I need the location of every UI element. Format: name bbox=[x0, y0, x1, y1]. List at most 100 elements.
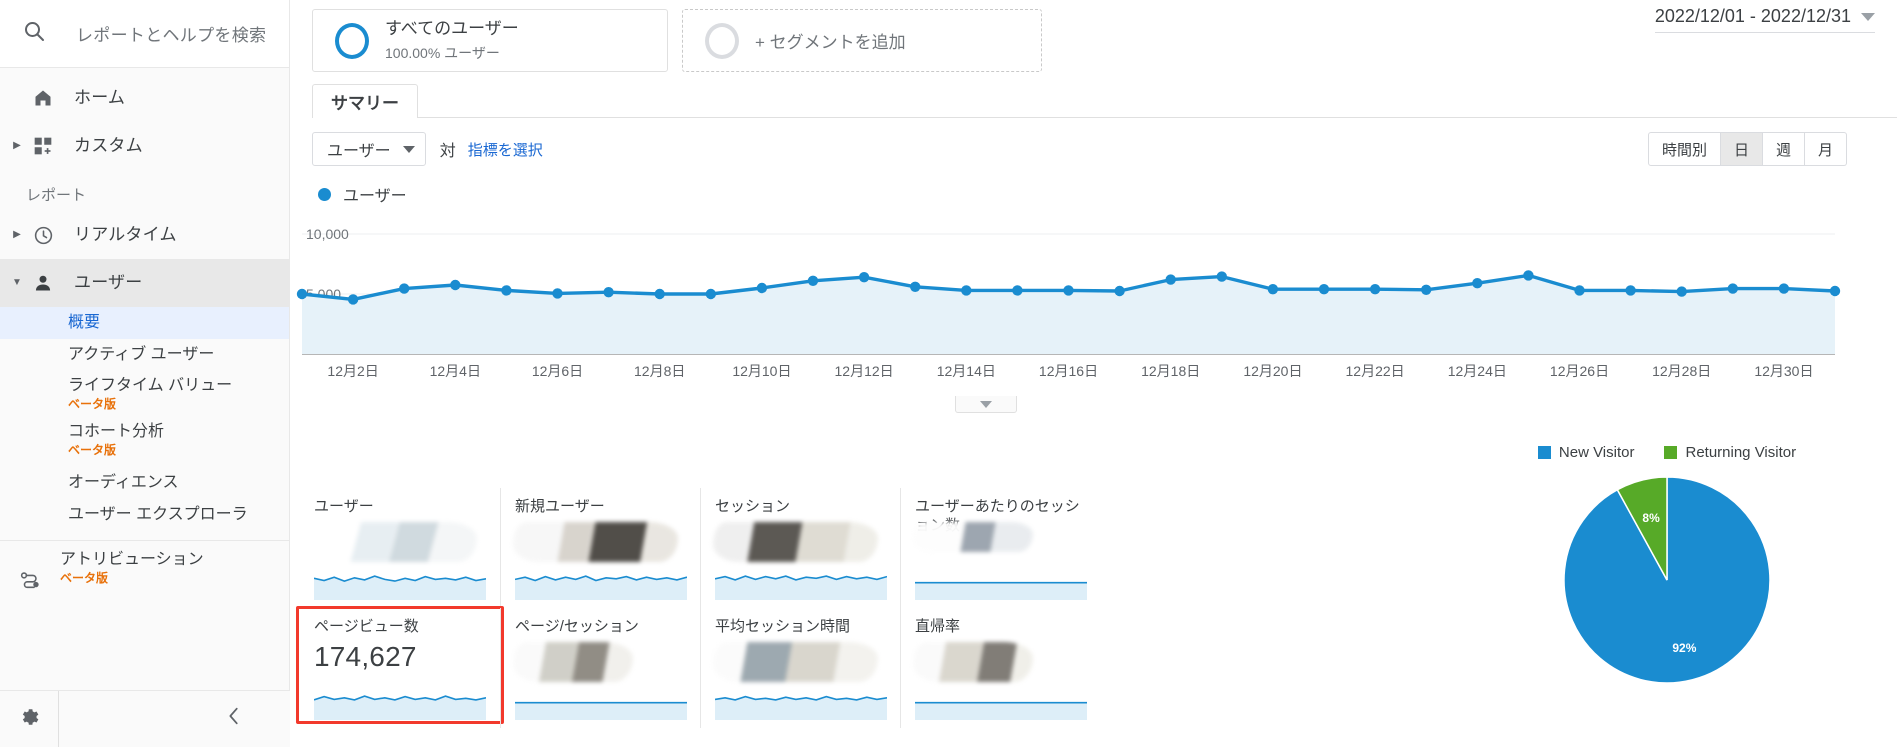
metric-card[interactable]: 新規ユーザー bbox=[500, 488, 700, 608]
tab-bar: サマリー bbox=[312, 84, 1897, 118]
redaction-overlay bbox=[513, 642, 633, 682]
data-point[interactable] bbox=[501, 285, 512, 296]
data-point[interactable] bbox=[1012, 285, 1023, 296]
data-point[interactable] bbox=[1216, 271, 1227, 282]
data-point[interactable] bbox=[1829, 285, 1841, 297]
sidebar-subitem-cohort-analysis[interactable]: コホート分析 ベータ版 bbox=[0, 416, 289, 462]
pie-legend-label: New Visitor bbox=[1558, 444, 1635, 461]
granularity-monthly[interactable]: 月 bbox=[1804, 132, 1847, 166]
x-axis-tick-label: 12月8日 bbox=[634, 363, 685, 379]
data-point[interactable] bbox=[1625, 285, 1636, 296]
date-range-picker[interactable]: 2022/12/01 - 2022/12/31 bbox=[1654, 6, 1875, 33]
metric-card-title: 平均セッション時間 bbox=[715, 618, 851, 635]
data-point[interactable] bbox=[450, 279, 461, 291]
x-axis-tick-label: 12月24日 bbox=[1448, 363, 1507, 379]
sidebar-item-users[interactable]: ▼ ユーザー bbox=[0, 259, 289, 307]
data-point[interactable] bbox=[603, 287, 614, 298]
sidebar-search[interactable]: レポートとヘルプを検索 bbox=[0, 0, 289, 68]
data-point[interactable] bbox=[399, 283, 410, 294]
granularity-hourly[interactable]: 時間別 bbox=[1647, 132, 1721, 166]
granularity-daily[interactable]: 日 bbox=[1720, 132, 1763, 166]
metric-card[interactable]: ページビュー数 174,627 bbox=[296, 606, 504, 728]
sidebar-section-label: レポート bbox=[26, 187, 87, 204]
metric-card[interactable]: セッション bbox=[700, 488, 900, 608]
settings-button[interactable] bbox=[0, 690, 59, 747]
redaction-overlay bbox=[713, 522, 878, 562]
metric-card[interactable]: ユーザーあたりのセッション数 bbox=[900, 488, 1100, 608]
metric-card[interactable]: ユーザー bbox=[300, 488, 500, 608]
collapse-sidebar-button[interactable] bbox=[59, 705, 290, 733]
chevron-down-icon[interactable]: ▼ bbox=[8, 278, 26, 288]
data-point[interactable] bbox=[756, 282, 768, 294]
metric-card[interactable]: 直帰率 bbox=[900, 608, 1100, 728]
pie-legend-item-new[interactable]: New Visitor bbox=[1537, 444, 1635, 461]
data-point[interactable] bbox=[1369, 284, 1381, 295]
new-vs-returning-pie: New Visitor Returning Visitor 92% 8% bbox=[1457, 444, 1877, 685]
x-axis-tick-label: 12月10日 bbox=[732, 363, 791, 379]
metric-card[interactable]: ページ/セッション bbox=[500, 608, 700, 728]
chevron-left-icon bbox=[226, 705, 242, 733]
data-point[interactable] bbox=[1574, 285, 1585, 296]
data-point[interactable] bbox=[1676, 286, 1687, 297]
data-point[interactable] bbox=[858, 272, 870, 283]
data-point[interactable] bbox=[961, 285, 972, 296]
data-point[interactable] bbox=[910, 281, 921, 292]
beta-badge: ベータ版 bbox=[68, 442, 117, 457]
sidebar: レポートとヘルプを検索 ホーム ▶ カスタム レポート ▶ リアルタイム ▼ ユ… bbox=[0, 0, 290, 747]
users-over-time-chart: 10,000 5,000 12月2日 12月4日 12月6日 12月8日 12月10日 12月… bbox=[290, 212, 1897, 413]
data-point[interactable] bbox=[1778, 283, 1790, 294]
data-point[interactable] bbox=[1063, 285, 1074, 296]
sidebar-subitem-lifetime-value[interactable]: ライフタイム バリュー ベータ版 bbox=[0, 370, 289, 416]
chart-collapse-button[interactable] bbox=[955, 396, 1017, 413]
granularity-toggle-group: 時間別 日 週 月 bbox=[1647, 132, 1847, 166]
data-point[interactable] bbox=[552, 288, 563, 299]
sidebar-item-custom[interactable]: ▶ カスタム bbox=[0, 122, 289, 170]
data-point[interactable] bbox=[705, 288, 716, 300]
data-point[interactable] bbox=[1421, 284, 1432, 295]
select-metric-link[interactable]: 指標を選択 bbox=[468, 139, 543, 160]
pie-legend-item-returning[interactable]: Returning Visitor bbox=[1664, 444, 1796, 461]
data-point[interactable] bbox=[654, 288, 665, 300]
x-axis-tick-label: 12月14日 bbox=[937, 363, 996, 379]
sidebar-item-realtime[interactable]: ▶ リアルタイム bbox=[0, 211, 289, 259]
pie-chart-svg: 92% 8% bbox=[1563, 476, 1771, 684]
sidebar-subitem-active-users[interactable]: アクティブ ユーザー bbox=[0, 339, 289, 371]
segment-all-users[interactable]: すべてのユーザー 100.00% ユーザー bbox=[312, 9, 668, 72]
data-point[interactable] bbox=[1267, 284, 1279, 295]
legend-label: ユーザー bbox=[343, 188, 407, 205]
sidebar-item-home[interactable]: ホーム bbox=[0, 74, 289, 122]
x-axis-tick-label: 12月30日 bbox=[1754, 363, 1813, 379]
data-point[interactable] bbox=[1165, 274, 1176, 285]
data-point[interactable] bbox=[807, 275, 819, 286]
data-point[interactable] bbox=[1114, 285, 1125, 297]
data-point[interactable] bbox=[1472, 278, 1483, 289]
sidebar-subitem-audience[interactable]: オーディエンス bbox=[0, 462, 289, 499]
add-segment-button[interactable]: + セグメントを追加 bbox=[682, 9, 1042, 72]
add-segment-label: + セグメントを追加 bbox=[755, 33, 906, 52]
line-chart-svg: 10,0005,00012月2日 12月4日 12月6日 12月8日 12月10日 12月… bbox=[296, 226, 1841, 379]
main-content: 2022/12/01 - 2022/12/31 すべてのユーザー 100.00%… bbox=[290, 0, 1897, 747]
data-point[interactable] bbox=[1727, 283, 1739, 294]
data-point[interactable] bbox=[347, 294, 359, 305]
search-input-placeholder[interactable]: レポートとヘルプを検索 bbox=[76, 21, 266, 46]
sidebar-subitem-user-explorer[interactable]: ユーザー エクスプローラ bbox=[0, 499, 289, 531]
data-point[interactable] bbox=[296, 288, 308, 300]
primary-metric-select[interactable]: ユーザー bbox=[312, 132, 426, 166]
tab-label: サマリー bbox=[331, 94, 399, 113]
tab-summary[interactable]: サマリー bbox=[312, 84, 418, 118]
pie-slice-label: 8% bbox=[1642, 511, 1660, 525]
metric-card[interactable]: 平均セッション時間 bbox=[700, 608, 900, 728]
sidebar-item-attribution[interactable]: アトリビューション ベータ版 bbox=[0, 540, 289, 597]
metric-card-title: ユーザーあたりのセッション数 bbox=[915, 498, 1080, 534]
redaction-overlay bbox=[913, 642, 1033, 682]
metric-card-title: ページビュー数 bbox=[314, 618, 419, 635]
home-icon bbox=[26, 88, 60, 108]
data-point[interactable] bbox=[1318, 284, 1330, 295]
chevron-right-icon[interactable]: ▶ bbox=[8, 141, 26, 151]
chevron-right-icon[interactable]: ▶ bbox=[8, 230, 26, 240]
data-point[interactable] bbox=[1523, 270, 1534, 281]
granularity-label: 週 bbox=[1775, 141, 1791, 159]
sidebar-subitem-overview[interactable]: 概要 bbox=[0, 307, 289, 339]
metric-sparkline bbox=[915, 581, 1087, 600]
granularity-weekly[interactable]: 週 bbox=[1762, 132, 1805, 166]
